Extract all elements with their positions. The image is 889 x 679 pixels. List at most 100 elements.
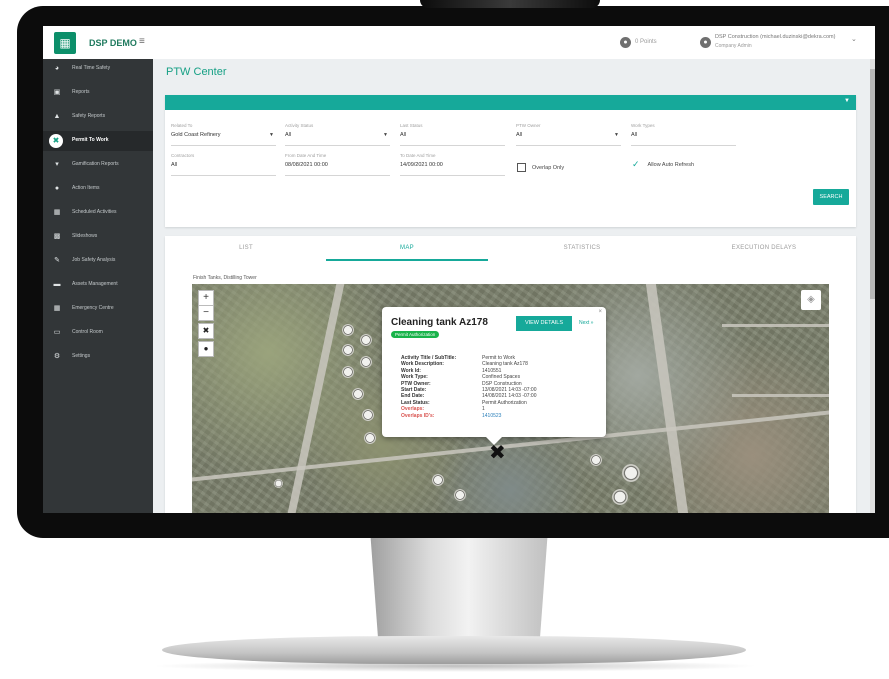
- checkbox-unchecked-icon: [517, 163, 526, 172]
- map-tank: [362, 409, 374, 421]
- network-icon: ▦: [53, 305, 61, 312]
- tools-icon: ✖: [49, 134, 63, 148]
- map-tank: [342, 344, 354, 356]
- sidebar-item-label: Safety Reports: [72, 113, 106, 119]
- zoom-out-button[interactable]: −: [198, 305, 214, 321]
- hamburger-menu-icon[interactable]: ≡: [139, 36, 145, 47]
- from-date-input[interactable]: From Date And Time 08/08/2021 00:00: [285, 153, 390, 176]
- to-date-input[interactable]: To Date And Time 14/09/2021 00:00: [400, 153, 505, 176]
- sidebar-item-slideshows[interactable]: ▩ Slideshows: [43, 227, 153, 247]
- satellite-map[interactable]: + − ✖ ● ◈ ✖ × Cleaning tank Az178 Permit…: [192, 284, 829, 513]
- sidebar-item-label: Settings: [72, 353, 91, 359]
- next-link[interactable]: Next »: [579, 320, 593, 326]
- tab-execution-delays[interactable]: EXECUTION DELAYS: [683, 236, 845, 261]
- map-tank: [454, 489, 466, 501]
- field-label: Activity Status: [285, 123, 314, 128]
- map-tank: [612, 489, 628, 505]
- sidebar-item-permit-to-work[interactable]: ✖ Permit To Work: [43, 131, 153, 151]
- detail-value: Permit Authorization: [482, 399, 527, 406]
- field-label: From Date And Time: [285, 153, 327, 158]
- field-value: 08/08/2021 00:00: [285, 162, 328, 168]
- clipboard-icon: ▣: [53, 89, 61, 96]
- search-button[interactable]: SEARCH: [813, 189, 849, 205]
- field-value: All: [285, 132, 292, 138]
- detail-key: Overlaps ID's:: [401, 412, 435, 419]
- sidebar-item-gamification-reports[interactable]: ▾ Gamification Reports: [43, 155, 153, 175]
- sidebar-item-label: Emergency Centre: [72, 305, 114, 311]
- sidebar-item-assets-management[interactable]: ▬ Assets Management: [43, 275, 153, 295]
- field-value: All: [400, 132, 407, 138]
- checkbox-label: Overlap Only: [532, 164, 565, 171]
- detail-key: Work Description:: [401, 361, 444, 368]
- sidebar: ◕ Real Time Safety ▣ Reports ▲ Safety Re…: [43, 59, 153, 513]
- page-scrollbar[interactable]: [870, 59, 875, 513]
- sidebar-item-scheduled-activities[interactable]: ▦ Scheduled Activities: [43, 203, 153, 223]
- map-tank: [274, 479, 283, 488]
- status-badge: Permit Authorization: [391, 331, 440, 338]
- user-name[interactable]: DSP Construction (michael.duzinski@dekra…: [715, 34, 835, 40]
- map-road: [287, 284, 345, 513]
- sidebar-item-control-room[interactable]: ▭ Control Room: [43, 323, 153, 343]
- sidebar-item-emergency-centre[interactable]: ▦ Emergency Centre: [43, 299, 153, 319]
- tab-statistics[interactable]: STATISTICS: [501, 236, 663, 261]
- field-value: All: [631, 132, 638, 138]
- related-to-select[interactable]: Related To Gold Coast Refinery ▼: [171, 123, 276, 146]
- points-user-icon[interactable]: ●: [620, 37, 631, 48]
- location-pin-icon[interactable]: ●: [198, 341, 214, 357]
- last-status-select[interactable]: Last Status All: [400, 123, 505, 146]
- dropdown-arrow-icon: ▼: [269, 132, 274, 138]
- sidebar-item-real-time-safety[interactable]: ◕ Real Time Safety: [43, 59, 153, 79]
- app-logo-icon[interactable]: ▦: [54, 32, 76, 54]
- chevron-down-icon[interactable]: ⌄: [851, 35, 857, 43]
- detail-key: Activity Title / SubTitle:: [401, 355, 457, 361]
- ptw-owner-select[interactable]: PTW Owner All ▼: [516, 123, 621, 146]
- warning-icon: ▲: [53, 113, 61, 120]
- account-user-icon[interactable]: ●: [700, 37, 711, 48]
- activity-status-select[interactable]: Activity Status All ▼: [285, 123, 390, 146]
- field-value: All: [516, 132, 523, 138]
- field-value: All: [171, 162, 178, 168]
- field-label: Work Types: [631, 123, 655, 128]
- overlap-only-checkbox[interactable]: Overlap Only: [517, 163, 564, 172]
- detail-value: Confined Spaces: [482, 374, 521, 381]
- sidebar-item-label: Slideshows: [72, 233, 98, 239]
- work-types-select[interactable]: Work Types All: [631, 123, 736, 146]
- popup-title: Cleaning tank Az178: [391, 317, 488, 328]
- page-title: PTW Center: [166, 66, 227, 78]
- tab-list[interactable]: LIST: [165, 236, 327, 261]
- sidebar-item-label: Scheduled Activities: [72, 209, 117, 215]
- monitor-icon: ▭: [53, 329, 61, 336]
- points-counter: 0 Points: [635, 39, 657, 45]
- sidebar-item-settings[interactable]: ⚙ Settings: [43, 347, 153, 367]
- map-tank: [622, 464, 640, 482]
- sidebar-item-safety-reports[interactable]: ▲ Safety Reports: [43, 107, 153, 127]
- monitor-stand-neck: [370, 538, 548, 640]
- top-bar: ▦ DSP DEMO ≡ ● 0 Points ● DSP Constructi…: [43, 26, 875, 60]
- contractors-select[interactable]: Contractors All: [171, 153, 276, 176]
- fullscreen-icon[interactable]: ✖: [198, 323, 214, 339]
- tab-map[interactable]: MAP: [326, 236, 488, 261]
- sidebar-item-action-items[interactable]: ● Action Items: [43, 179, 153, 199]
- layers-icon[interactable]: ◈: [801, 290, 821, 310]
- field-label: Related To: [171, 123, 193, 128]
- detail-value: 1: [482, 406, 485, 413]
- overlap-id-link[interactable]: 1410523: [482, 413, 501, 419]
- info-icon: ●: [54, 185, 60, 192]
- detail-value: 1410551: [482, 367, 502, 374]
- map-tank: [432, 474, 444, 486]
- auto-refresh-checkbox[interactable]: ✓ Allow Auto Refresh: [632, 159, 694, 170]
- view-details-button[interactable]: VIEW DETAILS: [516, 316, 572, 331]
- sidebar-item-label: Real Time Safety: [72, 65, 111, 71]
- filter-panel-header[interactable]: ▼: [165, 95, 856, 110]
- detail-key: Start Date:: [401, 386, 427, 393]
- sidebar-item-job-safety-analysis[interactable]: ✎ Job Safety Analysis: [43, 251, 153, 271]
- detail-key: Work Id:: [401, 367, 421, 374]
- chevron-down-icon[interactable]: ▼: [844, 98, 850, 104]
- sidebar-item-reports[interactable]: ▣ Reports: [43, 83, 153, 103]
- map-tank: [342, 366, 354, 378]
- results-panel: LIST MAP STATISTICS EXECUTION DELAYS Fin…: [165, 236, 856, 513]
- zoom-in-button[interactable]: +: [198, 290, 214, 306]
- scrollbar-thumb[interactable]: [870, 69, 875, 299]
- sidebar-item-label: Action Items: [72, 185, 100, 191]
- close-icon[interactable]: ×: [598, 309, 602, 315]
